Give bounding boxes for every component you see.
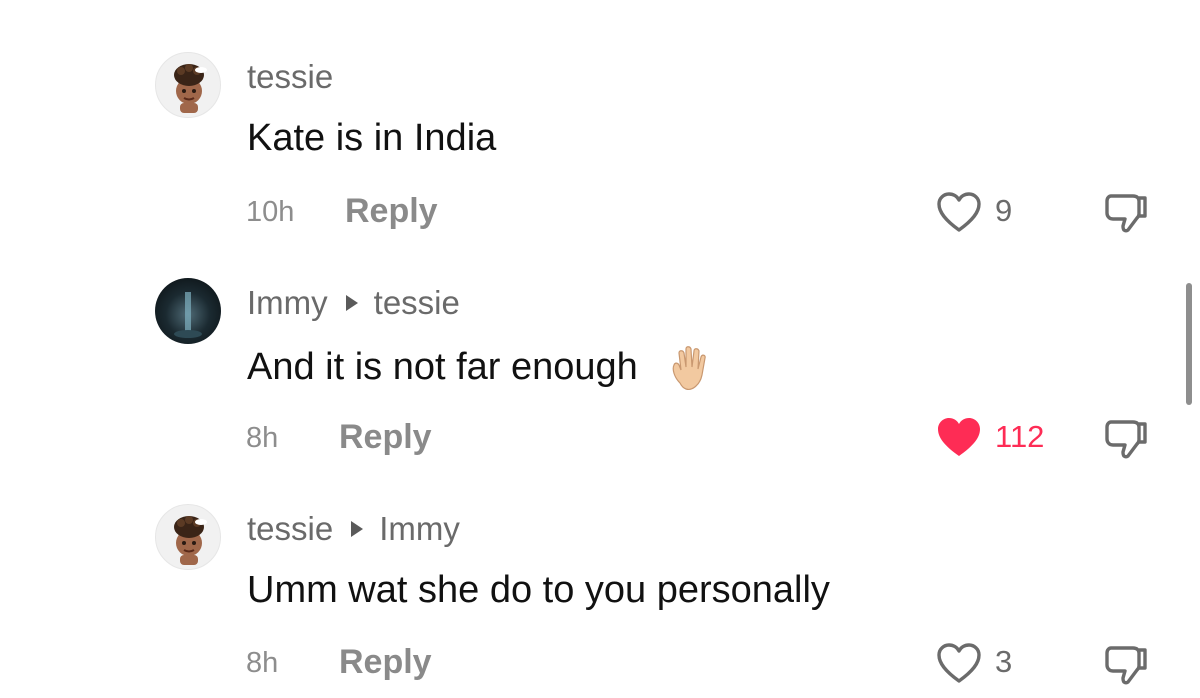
comment-text: And it is not far enough xyxy=(247,343,716,395)
reply-to-username[interactable]: tessie xyxy=(374,284,460,322)
scrollbar[interactable] xyxy=(1186,283,1192,405)
reply-to-username[interactable]: Immy xyxy=(379,510,460,548)
heart-icon[interactable] xyxy=(935,641,983,685)
reply-button[interactable]: Reply xyxy=(339,643,432,682)
like-count: 3 xyxy=(995,644,1013,679)
caret-right-icon xyxy=(351,521,364,537)
caret-right-icon xyxy=(345,295,358,311)
like-count: 112 xyxy=(995,419,1045,454)
comment-timestamp: 8h xyxy=(246,647,279,679)
comment-text: Umm wat she do to you personally xyxy=(247,569,830,611)
comment-username[interactable]: tessie Immy xyxy=(247,510,460,548)
user-avatar[interactable] xyxy=(155,278,221,344)
user-avatar[interactable] xyxy=(155,504,221,570)
comment-timestamp: 8h xyxy=(246,422,279,454)
comment-text-content: And it is not far enough xyxy=(247,346,638,389)
memoji-avatar-icon xyxy=(174,516,207,565)
comment-username[interactable]: Immy tessie xyxy=(247,284,460,322)
raised-hand-emoji-icon xyxy=(673,346,707,390)
heart-icon[interactable] xyxy=(935,415,983,459)
thumbs-down-icon[interactable] xyxy=(1101,640,1153,688)
comment-item: tessie Immy Umm wat she do to you person… xyxy=(0,0,1200,685)
username-text[interactable]: Immy xyxy=(247,284,328,322)
username-text[interactable]: tessie xyxy=(247,510,333,548)
photo-avatar-icon xyxy=(174,292,202,338)
reply-button[interactable]: Reply xyxy=(339,418,432,457)
thumbs-down-icon[interactable] xyxy=(1101,414,1153,462)
